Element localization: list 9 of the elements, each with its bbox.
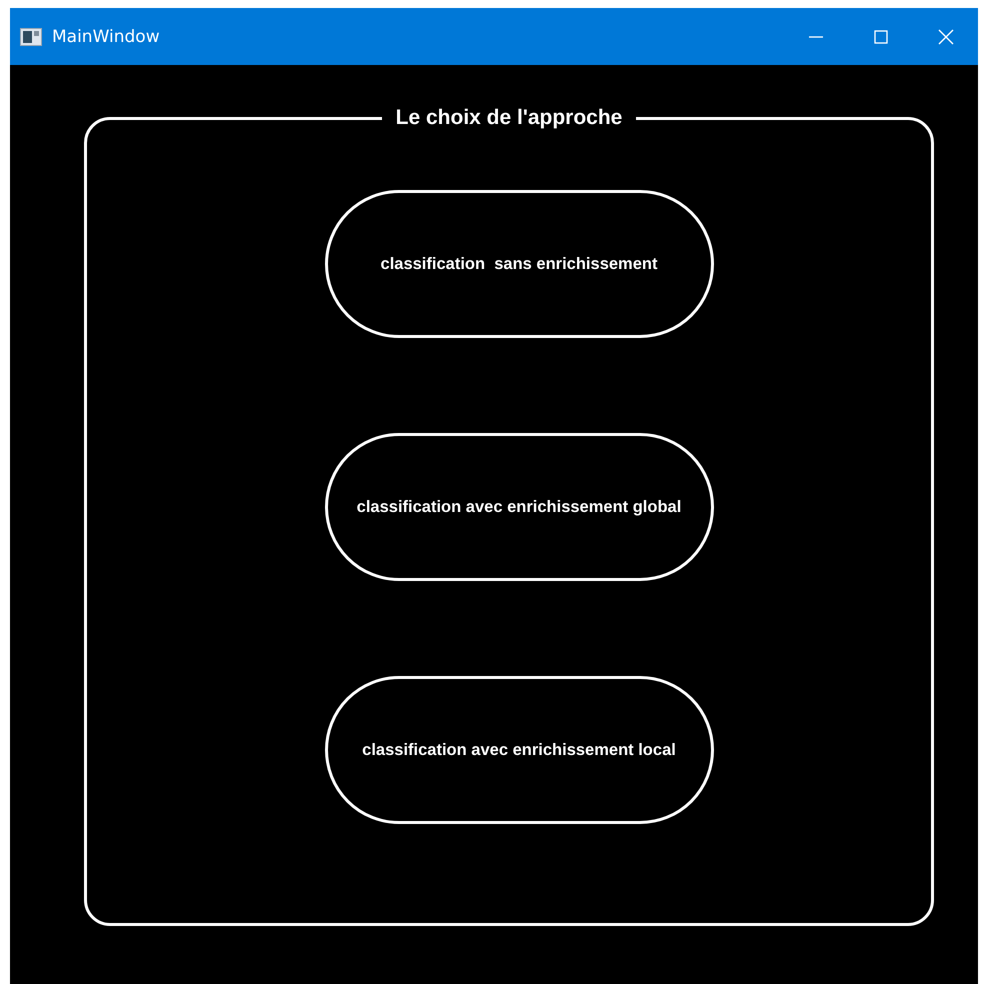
close-icon (938, 28, 954, 44)
window-icon (20, 28, 42, 46)
group-title: Le choix de l'approche (394, 106, 624, 130)
window-title: MainWindow (52, 26, 160, 46)
approach-button[interactable]: classification avec enrichissement local (324, 676, 714, 824)
approach-button[interactable]: classification avec enrichissement global (324, 433, 714, 581)
minimize-icon (808, 36, 822, 38)
approach-button[interactable]: classification sans enrichissement (324, 190, 714, 338)
maximize-icon (874, 30, 888, 44)
